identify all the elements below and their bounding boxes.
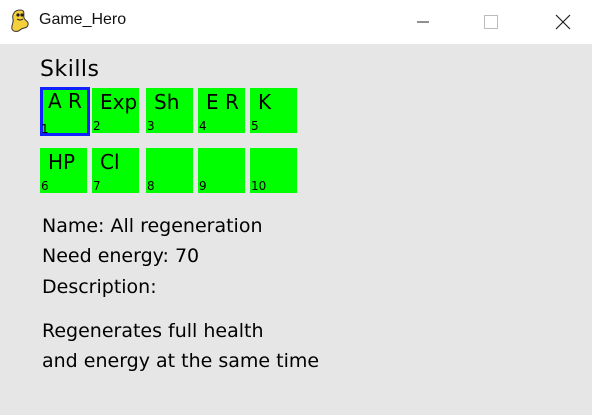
pygame-snake-icon [9, 9, 31, 33]
maximize-icon [484, 15, 498, 29]
skill-slot-number: 9 [199, 179, 207, 193]
skill-slot-6[interactable]: HP 6 [40, 148, 87, 193]
skill-slot-number: 7 [93, 179, 101, 193]
skill-slot-number: 8 [147, 179, 155, 193]
skill-slot-10[interactable]: 10 [250, 148, 297, 193]
skill-slot-abbr: K [258, 90, 272, 114]
skill-slot-number: 1 [41, 122, 49, 136]
skill-slot-4[interactable]: E R 4 [198, 88, 245, 133]
minimize-icon [417, 21, 429, 23]
skill-slot-9[interactable]: 9 [198, 148, 245, 193]
maximize-button[interactable] [468, 0, 514, 44]
skill-energy-line: Need energy: 70 [42, 245, 200, 267]
skill-slot-7[interactable]: Cl 7 [92, 148, 139, 193]
skill-slot-abbr: A R [48, 89, 82, 113]
skill-slot-number: 6 [41, 179, 49, 193]
skill-slot-number: 3 [147, 119, 155, 133]
skill-slot-8[interactable]: 8 [146, 148, 193, 193]
skill-slot-5[interactable]: K5 [250, 88, 297, 133]
skills-heading: Skills [40, 57, 100, 82]
skill-slot-number: 4 [199, 119, 207, 133]
skill-slot-number: 10 [251, 179, 267, 193]
minimize-button[interactable] [400, 0, 446, 44]
skill-slot-number: 5 [251, 119, 259, 133]
skill-slot-abbr: Sh [154, 90, 180, 114]
close-button[interactable] [540, 0, 586, 44]
skill-slot-abbr: HP [48, 150, 76, 174]
skill-slot-abbr: E R [206, 90, 239, 114]
skill-name-line: Name: All regeneration [42, 215, 263, 237]
window-title: Game_Hero [39, 11, 127, 28]
skill-slot-number: 2 [93, 119, 101, 133]
skill-slot-1[interactable]: A R 1 [40, 87, 90, 136]
close-icon [555, 14, 571, 30]
skill-slot-abbr: Cl [100, 150, 120, 174]
skill-slot-2[interactable]: Exp 2 [92, 88, 139, 133]
skill-slot-abbr: Exp [100, 90, 138, 114]
skill-slot-3[interactable]: Sh 3 [146, 88, 193, 133]
description-text-line-1: Regenerates full health [42, 320, 264, 342]
title-bar: Game_Hero [0, 0, 592, 44]
description-text-line-2: and energy at the same time [42, 350, 320, 372]
description-label: Description: [42, 276, 157, 298]
